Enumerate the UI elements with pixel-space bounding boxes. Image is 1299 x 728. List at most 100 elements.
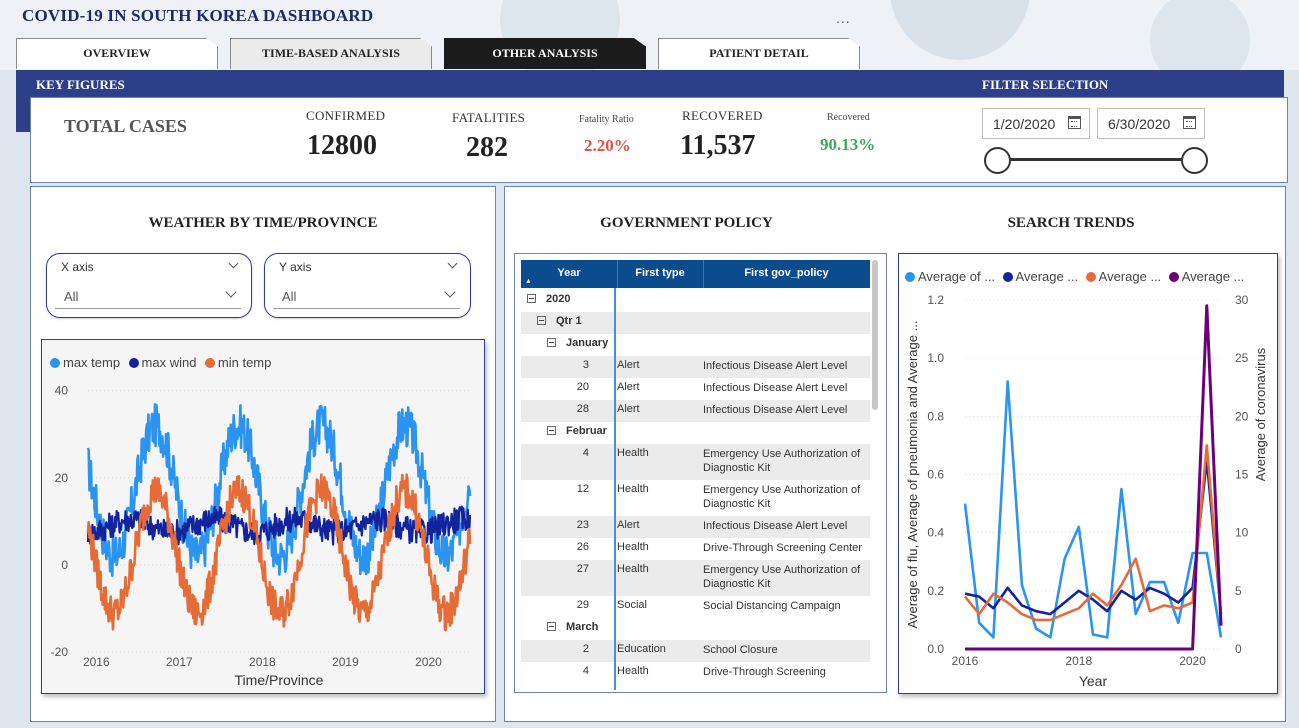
y2-tick-label: 20 [1235, 409, 1249, 423]
table-row[interactable]: 26 Health Drive-Through Screening Center [521, 538, 870, 560]
col-year[interactable]: Year [521, 267, 617, 279]
table-row[interactable]: 20 Alert Infectious Disease Alert Level [521, 378, 870, 400]
y-tick-label: 1.2 [927, 293, 944, 307]
weather-plot: -20 0 20 40 2016 2017 2018 2019 2020 Time/Provinc… [51, 384, 472, 688]
month-group-row[interactable]: Februar [521, 422, 870, 444]
chevron-down-icon[interactable] [228, 258, 239, 269]
collapse-icon[interactable] [547, 622, 556, 631]
tab-other-analysis[interactable]: OTHER ANALYSIS [444, 38, 646, 69]
type-cell: Education [617, 643, 666, 655]
y-axis-slicer[interactable]: Y axis All [264, 253, 471, 318]
type-cell: Health [617, 447, 649, 459]
month-group-row[interactable]: January [521, 334, 870, 356]
y2-tick-label: 0 [1235, 642, 1242, 656]
y2-axis-label: Average of coronavirus [1253, 347, 1268, 481]
month-group-row[interactable]: March [521, 618, 870, 640]
confirmed-label: CONFIRMED [306, 108, 386, 123]
year-group-row[interactable]: 2020 [521, 290, 870, 312]
y-tick-label: -20 [51, 645, 69, 659]
y-tick-label: 40 [55, 384, 69, 398]
y-tick-label: 0.8 [927, 409, 944, 423]
table-row[interactable]: 12 Health Emergency Use Authorization of D… [521, 480, 870, 516]
tab-time-based-analysis[interactable]: TIME-BASED ANALYSIS [230, 38, 432, 69]
col-first-policy[interactable]: First gov_policy [703, 267, 870, 279]
calendar-icon[interactable] [1183, 116, 1196, 129]
table-scrollbar[interactable] [872, 260, 878, 410]
quarter-group-row[interactable]: Qtr 1 [521, 312, 870, 334]
slider-end-handle[interactable] [1181, 147, 1208, 174]
table-row[interactable]: 28 Alert Infectious Disease Alert Level [521, 400, 870, 422]
policy-table[interactable]: Year ▲ First type First gov_policy 2020 Q… [514, 253, 887, 693]
type-cell: Health [617, 483, 649, 495]
type-cell: Alert [617, 403, 640, 415]
y2-tick-label: 30 [1235, 293, 1249, 307]
table-row[interactable]: 3 Alert Infectious Disease Alert Level [521, 356, 870, 378]
calendar-icon[interactable] [1068, 116, 1081, 129]
x-axis-value: All [64, 289, 79, 304]
government-policy-title: GOVERNMENT POLICY [600, 215, 773, 231]
table-row[interactable]: 2 Education School Closure [521, 640, 870, 662]
quarter-group-row-label: Qtr 1 [537, 315, 582, 327]
dashboard-title: COVID-19 IN SOUTH KOREA DASHBOARD [22, 6, 374, 25]
legend-item[interactable]: max temp [50, 355, 120, 370]
tab-patient-detail[interactable]: PATIENT DETAIL [658, 38, 860, 69]
legend-dot [50, 358, 60, 368]
x-tick-label: 2020 [1179, 654, 1206, 668]
table-row[interactable]: 27 Health Emergency Use Authorization of D… [521, 560, 870, 596]
row-divider [614, 288, 616, 690]
more-options-icon[interactable]: ... [836, 10, 851, 26]
y-axis-select[interactable]: All [273, 283, 460, 309]
table-row[interactable]: 23 Alert Infectious Disease Alert Level [521, 516, 870, 538]
table-row[interactable]: 29 Social Social Distancing Campaign [521, 596, 870, 618]
x-tick-label: 2016 [952, 654, 979, 668]
table-header: Year ▲ First type First gov_policy [521, 260, 870, 288]
legend-dot [1002, 272, 1013, 282]
legend-label: Average ... [1181, 269, 1245, 284]
day-cell: 2 [582, 643, 589, 655]
start-date-input[interactable]: 1/20/2020 [982, 108, 1090, 139]
collapse-icon[interactable] [527, 294, 536, 303]
collapse-icon[interactable] [537, 316, 546, 325]
legend-item[interactable]: Average ... [1168, 269, 1245, 284]
slider-start-handle[interactable] [984, 147, 1011, 174]
policy-cell: Drive-Through Screening [703, 666, 826, 678]
weather-chart[interactable]: max temp max wind min temp -20 0 20 40 2016 2… [41, 339, 485, 694]
y2-tick-label: 15 [1235, 468, 1249, 482]
collapse-icon[interactable] [547, 338, 556, 347]
month-group-row-label: January [547, 337, 608, 349]
legend-item[interactable]: max wind [128, 355, 197, 370]
legend-item[interactable]: Average ... [1085, 269, 1161, 284]
recovered-pct-label: Recovered [827, 112, 870, 123]
month-group-row-label: March [547, 621, 598, 633]
legend-label: max wind [141, 355, 197, 370]
x-tick-label: 2018 [1065, 654, 1092, 668]
table-row[interactable]: 4 Health Drive-Through Screening [521, 662, 870, 684]
legend-dot [128, 358, 139, 368]
y2-tick-label: 5 [1235, 584, 1242, 598]
fatality-ratio-label: Fatality Ratio [579, 114, 634, 125]
day-cell: 4 [582, 447, 589, 459]
y2-tick-label: 25 [1235, 351, 1249, 365]
legend-dot [1168, 272, 1179, 282]
chevron-down-icon[interactable] [447, 258, 458, 269]
policy-cell: Infectious Disease Alert Level [703, 360, 848, 372]
start-date-value: 1/20/2020 [993, 116, 1056, 132]
x-axis-slicer[interactable]: X axis All [46, 253, 252, 318]
sort-asc-icon[interactable]: ▲ [525, 278, 532, 285]
chevron-down-icon[interactable] [444, 286, 456, 298]
search-trends-chart[interactable]: Average of ... Average ... Average ... A… [898, 253, 1278, 694]
col-first-type[interactable]: First type [617, 267, 703, 279]
end-date-input[interactable]: 6/30/2020 [1097, 108, 1205, 139]
chevron-down-icon[interactable] [225, 286, 237, 298]
legend-item[interactable]: min temp [204, 355, 271, 370]
collapse-icon[interactable] [547, 426, 556, 435]
legend-item[interactable]: Average ... [1002, 269, 1078, 284]
search-plot: 0.0 0.2 0.4 0.6 0.8 1.0 1.2 0 5 10 15 20 25 30 2016 201… [905, 293, 1268, 689]
policy-cell: Emergency Use Authorization of Diagnosti… [703, 448, 861, 474]
legend-item[interactable]: Average of ... [905, 269, 995, 284]
tab-overview[interactable]: OVERVIEW [16, 38, 218, 69]
date-range-slider[interactable] [998, 158, 1194, 161]
table-row[interactable]: 4 Health Emergency Use Authorization of Di… [521, 444, 870, 480]
x-axis-select[interactable]: All [55, 283, 241, 309]
legend-label: max temp [63, 355, 121, 370]
